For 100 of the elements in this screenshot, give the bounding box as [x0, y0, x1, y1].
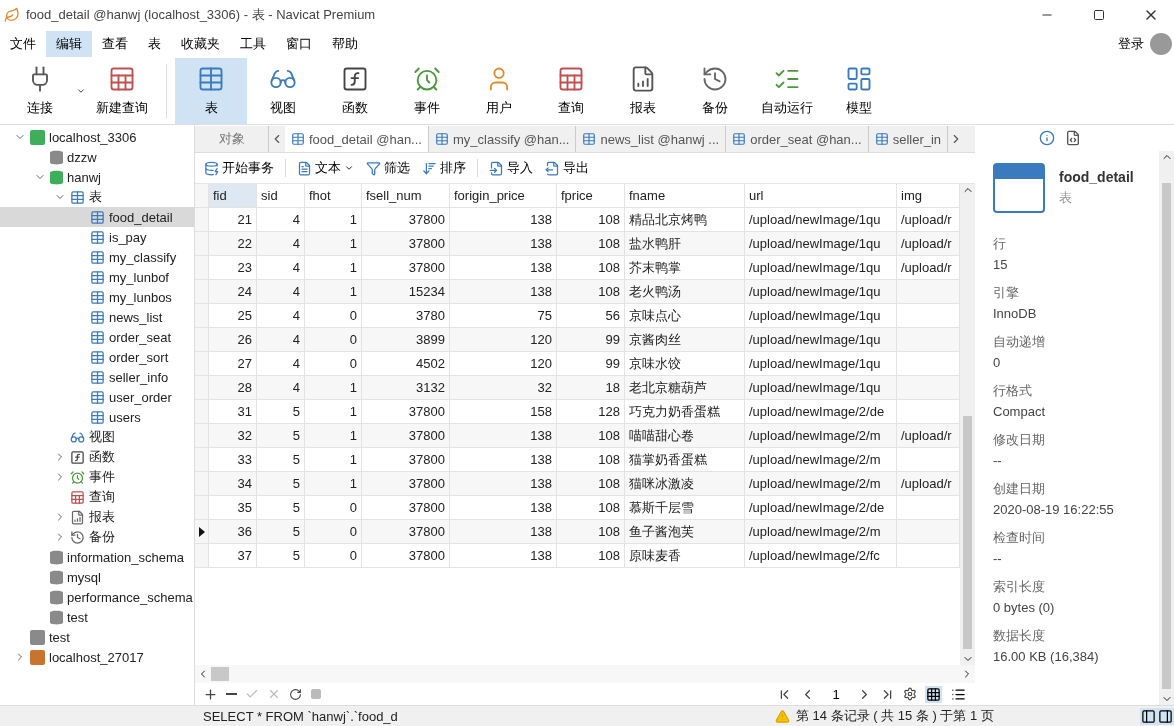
- column-header[interactable]: fhot: [305, 184, 362, 208]
- menu-item[interactable]: 表: [138, 31, 171, 57]
- tree-item[interactable]: test: [0, 627, 194, 647]
- table-icon: [993, 163, 1045, 213]
- settings-icon: [903, 687, 917, 701]
- toolbar-button[interactable]: 事件: [391, 58, 463, 124]
- scrollbar-thumb[interactable]: [963, 416, 972, 649]
- left-panel-button[interactable]: [1140, 707, 1157, 725]
- code-icon[interactable]: [1064, 130, 1081, 146]
- action-button[interactable]: 排序: [417, 157, 471, 179]
- column-header[interactable]: fprice: [557, 184, 625, 208]
- tree-item[interactable]: my_lunbos: [0, 287, 194, 307]
- toolbar-button[interactable]: 用户: [463, 58, 535, 124]
- column-header[interactable]: fid: [209, 184, 257, 208]
- action-button[interactable]: 筛选: [361, 157, 415, 179]
- column-header[interactable]: img: [897, 184, 960, 208]
- tree-item[interactable]: 事件: [0, 467, 194, 487]
- tree-item[interactable]: dzzw: [0, 147, 194, 167]
- tree-item[interactable]: my_lunbof: [0, 267, 194, 287]
- menu-item[interactable]: 文件: [0, 31, 46, 57]
- toolbar-button[interactable]: 查询: [535, 58, 607, 124]
- toolbar-button[interactable]: 表: [175, 58, 247, 124]
- tree-item[interactable]: 表: [0, 187, 194, 207]
- tree-item[interactable]: localhost_27017: [0, 647, 194, 667]
- right-panel-button[interactable]: [1157, 707, 1174, 725]
- tree-item[interactable]: localhost_3306: [0, 127, 194, 147]
- table-icon: [90, 249, 105, 265]
- tree-item[interactable]: seller_info: [0, 367, 194, 387]
- table-icon: [90, 389, 105, 405]
- tree-item[interactable]: my_classify: [0, 247, 194, 267]
- table-cell: 原味麦香: [625, 544, 745, 568]
- tree-item[interactable]: order_seat: [0, 327, 194, 347]
- stop-button[interactable]: [310, 688, 322, 700]
- table-cell: 37: [209, 544, 257, 568]
- settings-button[interactable]: [903, 687, 917, 701]
- column-header[interactable]: url: [745, 184, 897, 208]
- tree-item[interactable]: news_list: [0, 307, 194, 327]
- column-header[interactable]: sid: [257, 184, 305, 208]
- property-label: 修改日期: [993, 431, 1046, 449]
- discard-button[interactable]: [267, 687, 281, 701]
- tree-item[interactable]: food_detail: [0, 207, 194, 227]
- tree-item[interactable]: 备份: [0, 527, 194, 547]
- tree-item[interactable]: is_pay: [0, 227, 194, 247]
- app-logo-icon: [4, 7, 20, 23]
- action-button[interactable]: 文本: [292, 157, 359, 179]
- tree-item[interactable]: user_order: [0, 387, 194, 407]
- action-button[interactable]: 开始事务: [199, 157, 279, 179]
- toolbar-button[interactable]: 视图: [247, 58, 319, 124]
- avatar[interactable]: [1150, 33, 1172, 55]
- scrollbar-thumb[interactable]: [211, 667, 229, 681]
- menu-item[interactable]: 窗口: [276, 31, 322, 57]
- column-header[interactable]: fsell_num: [362, 184, 450, 208]
- table-icon: [90, 309, 105, 325]
- column-header[interactable]: fname: [625, 184, 745, 208]
- table-icon: [291, 132, 305, 146]
- info-icon[interactable]: [1038, 130, 1055, 146]
- tree-item[interactable]: mysql: [0, 567, 194, 587]
- tree-item[interactable]: 函数: [0, 447, 194, 467]
- tree-item[interactable]: information_schema: [0, 547, 194, 567]
- column-header[interactable]: forigin_price: [450, 184, 557, 208]
- table-icon: [70, 189, 85, 205]
- refresh-icon: [289, 687, 302, 701]
- toolbar-button[interactable]: 新建查询: [86, 58, 158, 124]
- caret-icon[interactable]: [76, 86, 86, 96]
- tree-item[interactable]: order_sort: [0, 347, 194, 367]
- tree-item[interactable]: 视图: [0, 427, 194, 447]
- scrollbar-thumb[interactable]: [1162, 183, 1171, 689]
- grid-icon: [557, 65, 585, 93]
- tree-item[interactable]: test: [0, 607, 194, 627]
- table-icon: [874, 132, 889, 146]
- toolbar-button[interactable]: 函数: [319, 58, 391, 124]
- refresh-button[interactable]: [289, 687, 302, 701]
- action-button[interactable]: 导出: [540, 157, 594, 179]
- tree-item[interactable]: 查询: [0, 487, 194, 507]
- tree-item[interactable]: hanwj: [0, 167, 194, 187]
- minus-icon: [226, 693, 237, 695]
- toolbar-button[interactable]: 备份: [679, 58, 751, 124]
- tree-item[interactable]: performance_schema: [0, 587, 194, 607]
- menu-item[interactable]: 编辑: [46, 31, 92, 57]
- tree-item[interactable]: users: [0, 407, 194, 427]
- add-record-button[interactable]: [203, 686, 218, 702]
- check-icon: [245, 687, 259, 701]
- action-button[interactable]: 导入: [484, 157, 538, 179]
- grid-view-button[interactable]: [925, 685, 942, 703]
- menu-item[interactable]: 收藏夹: [171, 31, 230, 57]
- row-header[interactable]: [195, 520, 209, 544]
- login-button[interactable]: 登录: [1112, 35, 1150, 53]
- toolbar-button[interactable]: 连接: [4, 58, 76, 124]
- menu-item[interactable]: 工具: [230, 31, 276, 57]
- list-icon: [951, 686, 966, 702]
- tab[interactable]: food_detail @han...: [285, 126, 429, 152]
- toolbar-button[interactable]: 模型: [823, 58, 895, 124]
- menu-item[interactable]: 查看: [92, 31, 138, 57]
- table-icon: [90, 409, 105, 425]
- toolbar-button[interactable]: 报表: [607, 58, 679, 124]
- apply-button[interactable]: [245, 687, 259, 701]
- menu-item[interactable]: 帮助: [322, 31, 368, 57]
- tree-item[interactable]: 报表: [0, 507, 194, 527]
- toolbar-button[interactable]: 自动运行: [751, 58, 823, 124]
- property-value: 15: [993, 257, 1009, 272]
